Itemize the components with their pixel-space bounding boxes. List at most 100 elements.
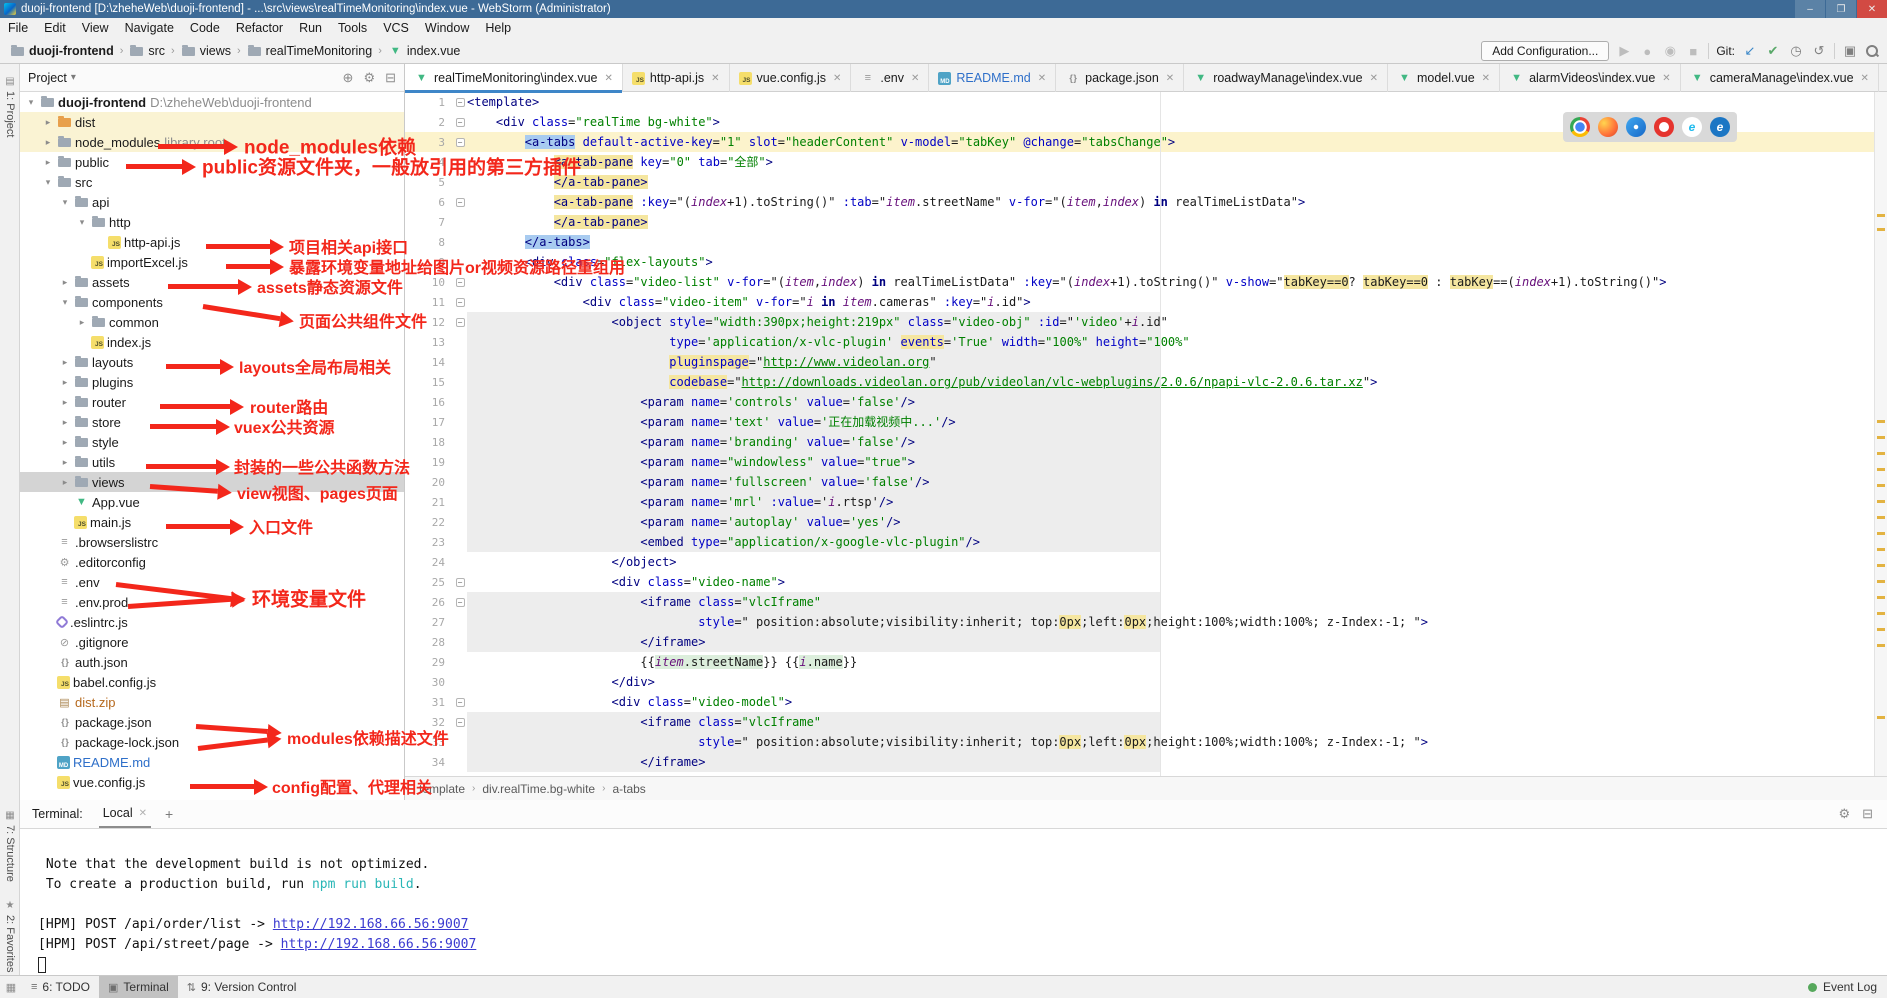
tree-item-main.js[interactable]: JSmain.js bbox=[20, 512, 404, 532]
editor-tab-model.vue[interactable]: ▼model.vue✕ bbox=[1388, 64, 1500, 92]
fold-marker-icon[interactable]: − bbox=[456, 98, 465, 107]
breadcrumb-item-views[interactable]: views bbox=[179, 44, 231, 58]
chevron-down-icon[interactable]: ▾ bbox=[58, 197, 72, 208]
tree-item-vue.config.js[interactable]: JSvue.config.js bbox=[20, 772, 404, 792]
editor-tab-http-api.js[interactable]: JShttp-api.js✕ bbox=[623, 64, 730, 92]
chevron-right-icon[interactable]: ▸ bbox=[41, 117, 55, 128]
fold-marker-icon[interactable]: − bbox=[456, 578, 465, 587]
gear-icon[interactable]: ⚙ bbox=[1838, 806, 1850, 822]
tree-item-dist.zip[interactable]: ▤dist.zip bbox=[20, 692, 404, 712]
chevron-right-icon[interactable]: ▸ bbox=[58, 397, 72, 408]
close-tab-icon[interactable]: ✕ bbox=[605, 73, 613, 84]
tool-window-favorites[interactable]: ★ 2: Favorites bbox=[0, 900, 20, 972]
chevron-down-icon[interactable]: ▾ bbox=[75, 217, 89, 228]
tree-item-importExcel.js[interactable]: JSimportExcel.js bbox=[20, 252, 404, 272]
tree-item-store[interactable]: ▸store bbox=[20, 412, 404, 432]
breadcrumb-item-index.vue[interactable]: ▼index.vue bbox=[386, 44, 461, 58]
editor-tab-package.json[interactable]: { }package.json✕ bbox=[1056, 64, 1184, 92]
tree-item-src[interactable]: ▾src bbox=[20, 172, 404, 192]
chevron-down-icon[interactable]: ▾ bbox=[71, 72, 76, 83]
chevron-right-icon[interactable]: ▸ bbox=[58, 457, 72, 468]
event-log-item[interactable]: Event Log bbox=[1808, 980, 1887, 994]
new-terminal-icon[interactable]: + bbox=[165, 806, 173, 822]
tree-item-package-lock.json[interactable]: { }package-lock.json bbox=[20, 732, 404, 752]
tree-item-index.js[interactable]: JSindex.js bbox=[20, 332, 404, 352]
close-tab-icon[interactable]: ✕ bbox=[1166, 73, 1174, 84]
history-icon[interactable]: ◷ bbox=[1788, 43, 1804, 59]
error-stripe[interactable] bbox=[1874, 92, 1887, 776]
breadcrumb-item-src[interactable]: src bbox=[127, 44, 165, 58]
fold-marker-icon[interactable]: − bbox=[456, 298, 465, 307]
git-update-icon[interactable]: ↙ bbox=[1742, 43, 1758, 59]
tree-item-assets[interactable]: ▸assets bbox=[20, 272, 404, 292]
menu-item-edit[interactable]: Edit bbox=[36, 18, 74, 38]
menu-item-run[interactable]: Run bbox=[291, 18, 330, 38]
editor-breadcrumb-a-tabs[interactable]: a-tabs bbox=[612, 782, 645, 796]
fold-marker-icon[interactable]: − bbox=[456, 278, 465, 287]
chevron-down-icon[interactable]: ▾ bbox=[24, 97, 38, 108]
menu-item-code[interactable]: Code bbox=[182, 18, 228, 38]
editor-tab-roadwayManage-index.vue[interactable]: ▼roadwayManage\index.vue✕ bbox=[1184, 64, 1388, 92]
coverage-icon[interactable]: ◉ bbox=[1662, 43, 1678, 59]
chevron-right-icon[interactable]: ▸ bbox=[58, 437, 72, 448]
menu-item-tools[interactable]: Tools bbox=[330, 18, 375, 38]
tool-windows-toggle-icon[interactable]: ▦ bbox=[0, 981, 22, 994]
fold-marker-icon[interactable]: − bbox=[456, 118, 465, 127]
fold-marker-icon[interactable]: − bbox=[456, 718, 465, 727]
status-item-6--TODO[interactable]: ≡6: TODO bbox=[22, 976, 99, 998]
stop-icon[interactable]: ■ bbox=[1685, 44, 1701, 59]
menu-item-view[interactable]: View bbox=[74, 18, 117, 38]
chevron-right-icon[interactable]: ▸ bbox=[41, 137, 55, 148]
editor-tab-README.md[interactable]: MDREADME.md✕ bbox=[929, 64, 1056, 92]
close-tab-icon[interactable]: ✕ bbox=[1861, 73, 1869, 84]
terminal-link[interactable]: http://192.168.66.56:9007 bbox=[281, 937, 477, 952]
fold-marker-icon[interactable]: − bbox=[456, 598, 465, 607]
editor-breadcrumb-template[interactable]: template bbox=[419, 782, 465, 796]
add-configuration-button[interactable]: Add Configuration... bbox=[1481, 41, 1609, 61]
chrome-browser-icon[interactable] bbox=[1570, 117, 1590, 137]
hide-panel-icon[interactable]: ⊟ bbox=[385, 70, 396, 86]
firefox-browser-icon[interactable] bbox=[1598, 117, 1618, 137]
editor-tab-cameraManage-index.vue[interactable]: ▼cameraManage\index.vue✕ bbox=[1681, 64, 1879, 92]
tree-item-.env[interactable]: ≡.env bbox=[20, 572, 404, 592]
menu-item-window[interactable]: Window bbox=[417, 18, 477, 38]
close-tab-icon[interactable]: ✕ bbox=[833, 73, 841, 84]
chevron-right-icon[interactable]: ▸ bbox=[75, 317, 89, 328]
tree-item-http[interactable]: ▾http bbox=[20, 212, 404, 232]
close-tab-icon[interactable]: ✕ bbox=[711, 73, 719, 84]
tree-item-.browserslistrc[interactable]: ≡.browserslistrc bbox=[20, 532, 404, 552]
editor-tab-alarmVideos-index.vue[interactable]: ▼alarmVideos\index.vue✕ bbox=[1500, 64, 1681, 92]
search-everywhere-icon[interactable] bbox=[1865, 44, 1879, 58]
editor-tab-.env[interactable]: ≡.env✕ bbox=[851, 64, 929, 92]
menu-item-navigate[interactable]: Navigate bbox=[117, 18, 182, 38]
tree-item-public[interactable]: ▸public bbox=[20, 152, 404, 172]
chevron-right-icon[interactable]: ▸ bbox=[41, 157, 55, 168]
tree-item-plugins[interactable]: ▸plugins bbox=[20, 372, 404, 392]
tree-item-package.json[interactable]: { }package.json bbox=[20, 712, 404, 732]
code-editor[interactable]: 1−<template>2− <div class="realTime bg-w… bbox=[405, 92, 1887, 776]
tree-item-components[interactable]: ▾components bbox=[20, 292, 404, 312]
close-button[interactable]: ✕ bbox=[1857, 0, 1887, 18]
tree-item-dist[interactable]: ▸dist bbox=[20, 112, 404, 132]
opera-browser-icon[interactable] bbox=[1654, 117, 1674, 137]
minimize-button[interactable]: – bbox=[1795, 0, 1825, 18]
tree-item-auth.json[interactable]: { }auth.json bbox=[20, 652, 404, 672]
status-item-9--Version-Control[interactable]: ⇅9: Version Control bbox=[178, 976, 306, 998]
run-anything-icon[interactable]: ▣ bbox=[1842, 43, 1858, 59]
editor-breadcrumb-div.realTime.bg-white[interactable]: div.realTime.bg-white bbox=[482, 782, 595, 796]
tree-item-README.md[interactable]: MDREADME.md bbox=[20, 752, 404, 772]
minimize-panel-icon[interactable]: ⊟ bbox=[1862, 806, 1873, 822]
close-tab-icon[interactable]: ✕ bbox=[1038, 73, 1046, 84]
breadcrumb-item-realTimeMonitoring[interactable]: realTimeMonitoring bbox=[245, 44, 373, 58]
menu-item-file[interactable]: File bbox=[0, 18, 36, 38]
menu-item-refactor[interactable]: Refactor bbox=[228, 18, 291, 38]
project-panel-title[interactable]: Project bbox=[28, 71, 67, 85]
chevron-right-icon[interactable]: ▸ bbox=[58, 357, 72, 368]
menu-item-vcs[interactable]: VCS bbox=[375, 18, 417, 38]
tree-item-App.vue[interactable]: ▼App.vue bbox=[20, 492, 404, 512]
tree-item-.eslintrc.js[interactable]: .eslintrc.js bbox=[20, 612, 404, 632]
chevron-right-icon[interactable]: ▸ bbox=[58, 477, 72, 488]
tree-item-style[interactable]: ▸style bbox=[20, 432, 404, 452]
tool-window-structure[interactable]: ▦ 7: Structure bbox=[0, 810, 20, 882]
tree-item-node_modules[interactable]: ▸node_modules library root bbox=[20, 132, 404, 152]
